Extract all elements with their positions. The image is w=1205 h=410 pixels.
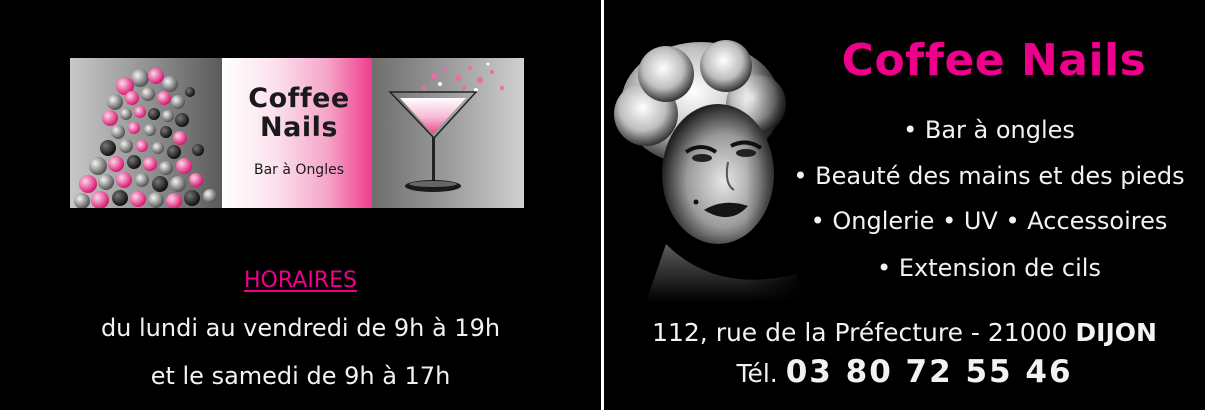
martini-glass-icon bbox=[372, 58, 524, 208]
logo-subtitle: Bar à Ongles bbox=[254, 162, 344, 178]
hours-title: HORAIRES bbox=[244, 268, 357, 293]
shop-name: Coffee Nails bbox=[841, 35, 1147, 86]
business-card-back: Coffee Nails • Bar à ongles • Beauté des… bbox=[604, 0, 1205, 410]
service-item: • Onglerie • UV • Accessoires bbox=[810, 207, 1168, 235]
business-card-front: Coffee Nails Bar à Ongles HORAIRES du lu… bbox=[0, 0, 601, 410]
street-address: 112, rue de la Préfecture - 21000 bbox=[652, 318, 1068, 347]
logo-banner: Coffee Nails Bar à Ongles bbox=[70, 58, 524, 208]
phone-label: Tél. bbox=[736, 359, 778, 388]
hours-weekdays: du lundi au vendredi de 9h à 19h bbox=[100, 314, 501, 342]
service-item: • Extension de cils bbox=[877, 254, 1101, 282]
service-item: • Bar à ongles bbox=[903, 116, 1075, 144]
phone: Tél. 03 80 72 55 46 bbox=[604, 354, 1205, 390]
hours-saturday: et le samedi de 9h à 17h bbox=[150, 362, 451, 390]
dotted-portrait-image bbox=[70, 58, 222, 208]
service-item: • Beauté des mains et des pieds bbox=[793, 162, 1185, 190]
city: DIJON bbox=[1075, 318, 1157, 347]
address: 112, rue de la Préfecture - 21000 DIJON bbox=[604, 318, 1205, 347]
logo-title-line-1: Coffee bbox=[248, 83, 350, 114]
logo-title-line-2: Nails bbox=[260, 112, 338, 143]
logo-title: Coffee Nails bbox=[234, 84, 364, 142]
phone-number: 03 80 72 55 46 bbox=[785, 354, 1073, 390]
